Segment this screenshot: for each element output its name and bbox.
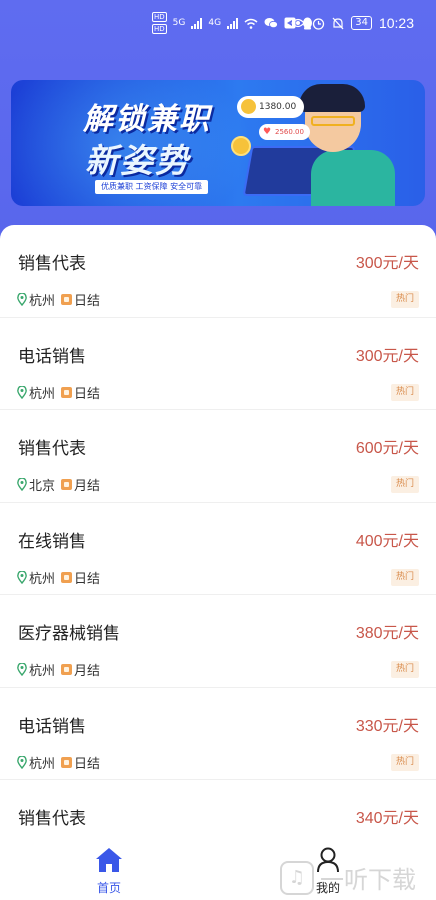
job-item[interactable]: 销售代表 600元/天 北京 月结 热门 xyxy=(0,410,436,503)
hd-indicator: HD HD xyxy=(152,12,167,34)
payment-icon xyxy=(61,479,73,490)
job-salary: 600元/天 xyxy=(355,440,419,457)
job-item[interactable]: 销售代表 340元/天 xyxy=(0,780,436,835)
job-city: 杭州 xyxy=(29,386,56,402)
signal-icon xyxy=(191,17,203,29)
network-label: 5G xyxy=(172,18,186,28)
hd-badge: HD xyxy=(152,24,167,34)
job-title: 销售代表 xyxy=(18,254,86,274)
job-meta: 杭州 日结 xyxy=(17,290,100,309)
job-pay-cycle: 日结 xyxy=(74,386,101,402)
job-list: 销售代表 300元/天 杭州 日结 热门 电话销售 300元/天 杭州 日结 热… xyxy=(0,225,436,835)
job-title: 医疗器械销售 xyxy=(18,624,120,644)
job-item[interactable]: 电话销售 300元/天 杭州 日结 热门 xyxy=(0,318,436,410)
job-city: 杭州 xyxy=(29,294,56,309)
coin-bubble: 1380.00 xyxy=(237,96,305,118)
job-item[interactable]: 在线销售 400元/天 杭州 日结 热门 xyxy=(0,503,436,595)
hot-tag: 热门 xyxy=(390,753,419,771)
status-bar: HD HD 5G 4G 34 10:23 xyxy=(0,0,436,48)
job-meta: 杭州 日结 xyxy=(17,753,100,772)
location-pin-icon xyxy=(17,385,27,399)
watermark-logo-icon: ♫ xyxy=(280,860,314,895)
job-title: 销售代表 xyxy=(18,809,86,829)
location-pin-icon xyxy=(17,570,27,584)
hot-tag: 热门 xyxy=(390,476,419,493)
job-salary: 400元/天 xyxy=(355,532,419,550)
home-icon xyxy=(96,848,122,872)
job-meta: 北京 月结 xyxy=(17,475,100,494)
watermark: ♫ 一听下载 xyxy=(280,860,416,895)
job-item[interactable]: 销售代表 300元/天 杭州 日结 热门 xyxy=(0,225,436,318)
mute-icon xyxy=(332,17,344,29)
person-body-illustration xyxy=(311,150,395,206)
glasses-illustration xyxy=(311,116,355,126)
watermark-text: 一听下载 xyxy=(320,866,416,894)
banner-title-line2: 新姿势 xyxy=(85,141,190,180)
hot-tag: 热门 xyxy=(390,291,419,308)
job-meta: 杭州 日结 xyxy=(17,568,100,587)
location-pin-icon xyxy=(17,478,27,491)
banner-subtitle: 优质兼职 工资保障 安全可靠 xyxy=(95,180,209,194)
job-pay-cycle: 月结 xyxy=(74,664,101,679)
hot-tag: 热门 xyxy=(390,568,419,586)
payment-icon xyxy=(61,571,73,583)
heart-bubble: 2560.00 xyxy=(259,124,310,140)
payment-icon xyxy=(61,756,73,768)
job-title: 电话销售 xyxy=(18,716,86,737)
job-city: 杭州 xyxy=(29,571,56,587)
job-title: 电话销售 xyxy=(18,346,86,367)
job-pay-cycle: 日结 xyxy=(74,294,101,309)
signal-icon xyxy=(227,17,239,29)
status-right: 34 10:23 xyxy=(291,15,414,31)
job-pay-cycle: 月结 xyxy=(74,479,101,494)
job-pay-cycle: 日结 xyxy=(74,756,101,772)
hot-tag: 热门 xyxy=(390,661,419,678)
job-item[interactable]: 电话销售 330元/天 杭州 日结 热门 xyxy=(0,688,436,780)
nav-home-label: 首页 xyxy=(96,881,121,895)
job-salary: 340元/天 xyxy=(355,810,419,827)
alarm-icon xyxy=(313,17,325,30)
job-salary: 330元/天 xyxy=(355,717,419,735)
location-pin-icon xyxy=(17,293,27,306)
hot-tag: 热门 xyxy=(390,383,419,401)
job-salary: 300元/天 xyxy=(355,347,419,365)
job-salary: 380元/天 xyxy=(355,625,419,642)
job-meta: 杭州 月结 xyxy=(17,660,100,679)
eye-icon xyxy=(291,18,306,28)
payment-icon xyxy=(61,386,73,398)
job-pay-cycle: 日结 xyxy=(74,571,101,587)
wechat-icon xyxy=(264,18,278,29)
coin-icon xyxy=(231,136,251,156)
payment-icon xyxy=(61,294,73,305)
job-city: 杭州 xyxy=(29,664,56,679)
battery-indicator: 34 xyxy=(351,16,372,30)
job-title: 销售代表 xyxy=(18,439,86,459)
clock: 10:23 xyxy=(378,15,414,31)
banner-title-line1: 解锁兼职 xyxy=(83,102,211,137)
job-city: 杭州 xyxy=(29,756,56,772)
person-hair-illustration xyxy=(299,84,365,112)
status-left: HD HD 5G 4G xyxy=(152,12,313,34)
nav-home[interactable]: 首页 xyxy=(87,847,131,896)
job-city: 北京 xyxy=(29,479,56,494)
job-salary: 300元/天 xyxy=(355,255,419,272)
job-title: 在线销售 xyxy=(18,531,86,552)
wifi-icon xyxy=(244,18,258,29)
location-pin-icon xyxy=(17,755,27,769)
job-meta: 杭州 日结 xyxy=(17,383,100,402)
location-pin-icon xyxy=(17,663,27,676)
promo-banner[interactable]: 解锁兼职 新姿势 优质兼职 工资保障 安全可靠 1380.00 2560.00 xyxy=(11,80,425,206)
network-label: 4G xyxy=(208,18,222,28)
hd-badge: HD xyxy=(152,12,167,22)
job-item[interactable]: 医疗器械销售 380元/天 杭州 月结 热门 xyxy=(0,595,436,688)
payment-icon xyxy=(61,664,73,675)
